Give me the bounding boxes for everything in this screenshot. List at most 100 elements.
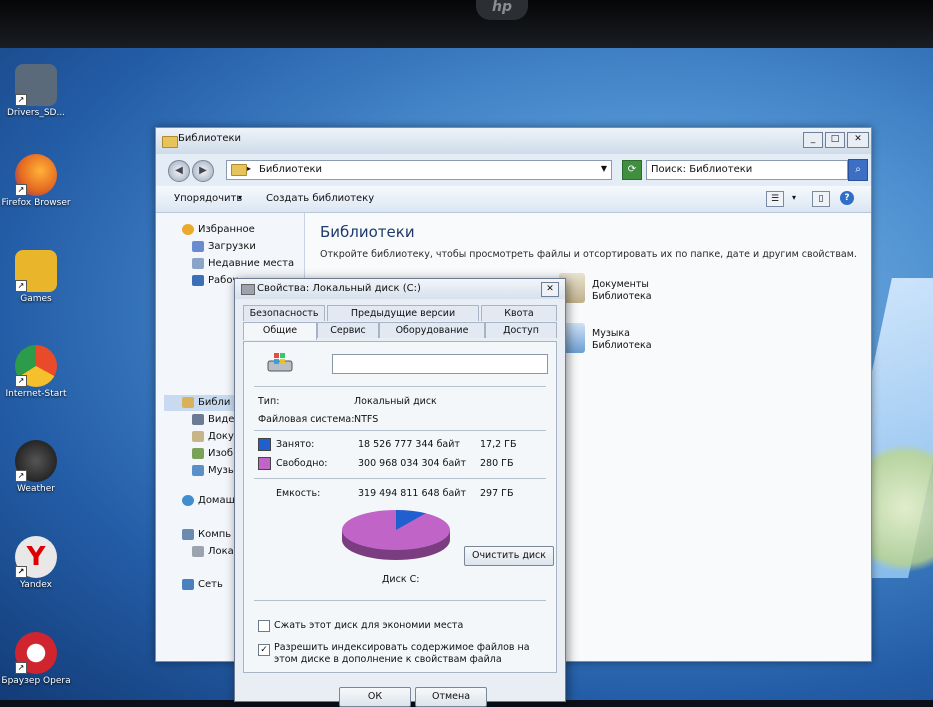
organize-button[interactable]: Упорядочить [174,193,242,204]
command-bar: Упорядочить ▾ Создать библиотеку ☰ ▾ ▯ ? [156,186,871,213]
refresh-button[interactable]: ⟳ [622,160,642,180]
desktop-icon-games[interactable]: ↗ Games [0,250,72,304]
local-disk-icon [192,546,204,557]
drive-title-icon [241,284,255,295]
chevron-down-icon[interactable]: ▼ [601,164,607,173]
library-folder-icon [231,164,247,176]
nav-item-homegroup[interactable]: Домаш [198,495,235,506]
nav-item-libraries[interactable]: Библи [198,397,230,408]
library-item-music[interactable]: Музыка Библиотека [592,328,652,352]
dialog-close-button[interactable]: ✕ [541,282,559,297]
homegroup-icon [182,495,194,506]
used-label: Занято: [276,439,315,450]
back-button[interactable]: ◀ [168,160,190,182]
divider [254,386,546,387]
explorer-title: Библиотеки [178,133,242,144]
free-space-swatch [258,457,271,470]
free-label: Свободно: [276,458,328,469]
downloads-icon [192,241,204,252]
close-button[interactable]: ✕ [847,132,869,148]
nav-item-recent[interactable]: Недавние места [208,258,294,269]
divider [254,430,546,431]
tab-security[interactable]: Безопасность [243,305,325,321]
cancel-button[interactable]: Отмена [415,687,487,707]
opera-icon: ↗ [15,632,57,674]
type-value: Локальный диск [354,396,437,407]
used-gb: 17,2 ГБ [480,439,517,450]
maximize-button[interactable]: □ [825,132,845,148]
desktop-icon-yandex[interactable]: Y ↗ Yandex [0,536,72,590]
breadcrumb-separator-icon: ▸ [247,164,252,173]
explorer-titlebar[interactable]: Библиотеки _ □ ✕ [156,128,871,154]
library-item-documents[interactable]: Документы Библиотека [592,279,652,303]
weather-icon: ↗ [15,440,57,482]
forward-button[interactable]: ▶ [192,160,214,182]
index-label-line1: Разрешить индексировать содержимое файло… [274,642,530,653]
divider [254,478,546,479]
disk-cleanup-button[interactable]: Очистить диск [464,546,554,566]
ok-button[interactable]: ОК [339,687,411,707]
breadcrumb-current[interactable]: Библиотеки [259,164,322,175]
free-gb: 280 ГБ [480,458,514,469]
volume-label-input[interactable] [332,354,548,374]
address-field[interactable]: ▸ Библиотеки ▼ [226,160,612,180]
nav-item-computer[interactable]: Компь [198,529,231,540]
create-library-button[interactable]: Создать библиотеку [266,193,374,204]
star-icon [182,224,194,235]
hard-drive-icon [267,353,293,372]
desktop-icon-weather[interactable]: ↗ Weather [0,440,72,494]
divider [254,600,546,601]
desktop-icon-drivers[interactable]: ↗ Drivers_SD... [0,64,72,118]
yandex-icon: Y ↗ [15,536,57,578]
compress-label: Сжать этот диск для экономии места [274,620,464,631]
hp-logo: hp [476,0,528,20]
search-input[interactable]: Поиск: Библиотеки [646,160,848,180]
used-space-swatch [258,438,271,451]
page-title: Библиотеки [320,223,415,241]
capacity-label: Емкость: [276,488,321,499]
index-checkbox[interactable]: ✓ [258,644,270,656]
gamepad-icon: ↗ [15,250,57,292]
disk-properties-dialog: Свойства: Локальный диск (C:) ✕ Безопасн… [234,278,566,707]
computer-icon [182,529,194,540]
tab-previous-versions[interactable]: Предыдущие версии [327,305,479,321]
tab-hardware[interactable]: Оборудование [379,322,485,338]
drivers-icon: ↗ [15,64,57,106]
nav-item-network[interactable]: Сеть [198,579,223,590]
laptop-bezel: hp [0,0,933,48]
compress-checkbox[interactable] [258,620,270,632]
used-bytes: 18 526 777 344 байт [358,439,460,450]
general-tab-panel: Тип: Локальный диск Файловая система: NT… [243,341,557,673]
page-subtitle: Откройте библиотеку, чтобы просмотреть ф… [320,249,857,260]
tab-service[interactable]: Сервис [317,322,379,338]
recent-places-icon [192,258,204,269]
nav-item-favorites[interactable]: Избранное [198,224,255,235]
network-icon [182,579,194,590]
music-icon [192,465,204,476]
organize-chevron-icon: ▾ [238,193,243,202]
nav-item-downloads[interactable]: Загрузки [208,241,256,252]
chrome-icon: ↗ [15,345,57,387]
minimize-button[interactable]: _ [803,132,823,148]
nav-item-music[interactable]: Музы [208,465,236,476]
tab-quota[interactable]: Квота [481,305,557,321]
desktop-icon-opera[interactable]: ↗ Браузер Opera [0,632,72,686]
libraries-icon [182,397,194,408]
tab-general[interactable]: Общие [243,322,317,340]
desktop-folder-icon [192,275,204,286]
free-bytes: 300 968 034 304 байт [358,458,466,469]
tab-sharing[interactable]: Доступ [485,322,557,338]
disk-label: Диск C: [382,574,420,585]
preview-pane-icon[interactable]: ▯ [812,191,830,207]
capacity-bytes: 319 494 811 648 байт [358,488,466,499]
desktop-icon-firefox[interactable]: ↗ Firefox Browser [0,154,72,208]
help-icon[interactable]: ? [840,191,854,205]
view-chevron-icon[interactable]: ▾ [792,193,796,202]
firefox-icon: ↗ [15,154,57,196]
folder-icon [162,136,178,148]
dialog-titlebar[interactable]: Свойства: Локальный диск (C:) ✕ [235,279,565,299]
view-options-icon[interactable]: ☰ [766,191,784,207]
desktop-icon-internet-start[interactable]: ↗ Internet-Start [0,345,72,399]
search-icon[interactable]: ⌕ [848,159,868,181]
images-icon [192,448,204,459]
